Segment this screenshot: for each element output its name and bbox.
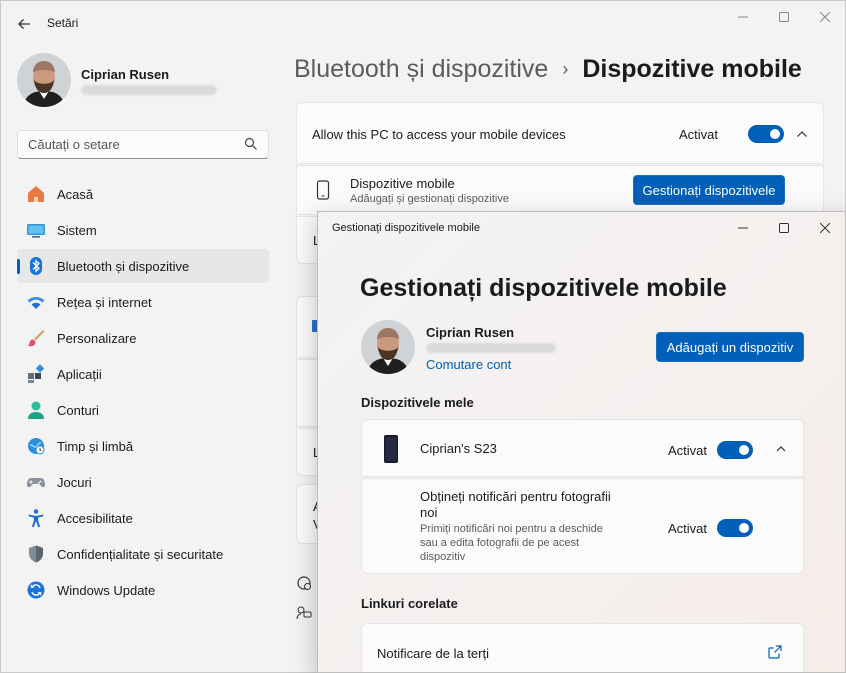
title-bar: Setări — [1, 1, 845, 45]
minimize-icon — [738, 227, 748, 229]
maximize-icon — [779, 223, 789, 233]
close-icon — [819, 11, 831, 23]
chevron-up-icon[interactable] — [794, 126, 810, 142]
close-icon — [819, 222, 831, 234]
shield-icon — [29, 545, 43, 563]
breadcrumb-separator: › — [562, 59, 569, 79]
gamepad-icon — [27, 478, 45, 488]
sidebar-item-home[interactable]: Acasă — [17, 177, 269, 211]
allow-access-card[interactable]: Allow this PC to access your mobile devi… — [296, 102, 824, 164]
photo-notifications-toggle[interactable] — [717, 519, 753, 537]
search-box[interactable] — [17, 130, 269, 159]
related-links-title: Linkuri corelate — [361, 596, 458, 611]
switch-account-link[interactable]: Comutare cont — [426, 357, 511, 372]
device-toggle[interactable] — [717, 441, 753, 459]
dialog-maximize-button[interactable] — [770, 218, 798, 238]
sidebar-item-accessibility[interactable]: Accesibilitate — [17, 501, 269, 535]
mobile-devices-title: Dispozitive mobile — [350, 176, 455, 191]
dialog-title: Gestionați dispozitivele mobile — [332, 222, 480, 234]
sidebar-item-label: Confidențialitate și securitate — [57, 546, 224, 562]
search-icon[interactable] — [244, 137, 258, 151]
breadcrumb: Bluetooth și dispozitive › Dispozitive m… — [294, 55, 802, 84]
third-party-link-row[interactable]: Notificare de la terți — [361, 623, 804, 672]
sidebar-nav: Acasă Sistem Bluetooth și dispozitive Re… — [17, 177, 269, 609]
close-button[interactable] — [811, 7, 839, 27]
sidebar-item-gaming[interactable]: Jocuri — [17, 465, 269, 499]
sidebar-item-personalization[interactable]: Personalizare — [17, 321, 269, 355]
sidebar-item-label: Acasă — [57, 186, 94, 202]
photo-notifications-row: Obțineți notificări pentru fotografii no… — [361, 478, 804, 574]
app-title: Setări — [47, 16, 79, 30]
profile-email — [81, 85, 217, 95]
avatar — [361, 320, 415, 374]
breadcrumb-parent[interactable]: Bluetooth și dispozitive — [294, 55, 548, 84]
sidebar-item-label: Sistem — [57, 222, 97, 238]
apps-icon — [28, 364, 45, 383]
feedback-icon[interactable] — [296, 605, 312, 621]
sidebar-item-time-language[interactable]: Timp și limbă — [17, 429, 269, 463]
sidebar-item-label: Timp și limbă — [57, 438, 134, 454]
device-name: Ciprian's S23 — [420, 441, 497, 456]
arrow-left-icon — [18, 19, 30, 29]
system-icon — [27, 224, 45, 238]
home-icon — [28, 186, 44, 202]
sidebar-item-windows-update[interactable]: Windows Update — [17, 573, 269, 607]
account-email — [426, 343, 556, 353]
mobile-devices-row: Dispozitive mobile Adăugați și gestionaț… — [296, 165, 824, 215]
sidebar-item-label: Personalizare — [57, 330, 137, 346]
sidebar-item-label: Bluetooth și dispozitive — [57, 258, 190, 274]
photo-notifications-state: Activat — [668, 521, 708, 536]
dialog-heading: Gestionați dispozitivele mobile — [360, 274, 727, 302]
sidebar-item-system[interactable]: Sistem — [17, 213, 269, 247]
globe-clock-icon — [28, 438, 45, 455]
update-icon — [27, 581, 45, 599]
phone-icon — [316, 180, 330, 200]
back-button[interactable] — [13, 13, 35, 35]
dialog-minimize-button[interactable] — [729, 218, 757, 238]
device-row[interactable]: Ciprian's S23 Activat — [361, 419, 804, 477]
sidebar-item-label: Conturi — [57, 402, 99, 418]
accessibility-icon — [28, 509, 44, 528]
sidebar-item-label: Rețea și internet — [57, 294, 152, 310]
allow-access-state: Activat — [679, 127, 719, 142]
sidebar-item-label: Jocuri — [57, 474, 92, 490]
search-input[interactable] — [28, 137, 238, 152]
maximize-button[interactable] — [770, 7, 798, 27]
person-icon — [28, 401, 44, 419]
photo-notifications-description: Primiți notificări noi pentru a deschide… — [420, 523, 603, 563]
avatar[interactable] — [17, 53, 71, 107]
sidebar-item-privacy[interactable]: Confidențialitate și securitate — [17, 537, 269, 571]
third-party-link[interactable]: Notificare de la terți — [377, 646, 489, 661]
external-link-icon[interactable] — [767, 644, 783, 660]
chevron-up-icon[interactable] — [773, 441, 789, 457]
my-devices-title: Dispozitivele mele — [361, 395, 474, 410]
bluetooth-icon — [30, 257, 42, 275]
sidebar-item-label: Windows Update — [57, 582, 156, 598]
manage-devices-dialog: Gestionați dispozitivele mobile Gestiona… — [317, 211, 846, 673]
phone-icon — [384, 435, 398, 463]
help-icon[interactable] — [296, 575, 312, 591]
sidebar-item-bluetooth[interactable]: Bluetooth și dispozitive — [17, 249, 269, 283]
sidebar-item-label: Accesibilitate — [57, 510, 133, 526]
page-title: Dispozitive mobile — [582, 55, 802, 83]
sidebar-item-label: Aplicații — [57, 366, 102, 382]
minimize-button[interactable] — [729, 7, 757, 27]
sidebar-item-apps[interactable]: Aplicații — [17, 357, 269, 391]
allow-access-toggle[interactable] — [748, 125, 784, 143]
account-name: Ciprian Rusen — [426, 325, 515, 340]
wifi-icon — [27, 296, 45, 309]
device-state: Activat — [668, 443, 708, 458]
sidebar-item-accounts[interactable]: Conturi — [17, 393, 269, 427]
sidebar-item-network[interactable]: Rețea și internet — [17, 285, 269, 319]
profile-name: Ciprian Rusen — [81, 67, 170, 82]
add-device-button[interactable]: Adăugați un dispozitiv — [656, 332, 804, 362]
dialog-close-button[interactable] — [811, 218, 839, 238]
maximize-icon — [779, 12, 789, 22]
brush-icon — [27, 330, 45, 347]
allow-access-label: Allow this PC to access your mobile devi… — [312, 127, 566, 142]
mobile-devices-subtitle: Adăugați și gestionați dispozitive — [350, 193, 509, 205]
minimize-icon — [738, 16, 748, 18]
photo-notifications-title: Obțineți notificări pentru fotografii no… — [420, 489, 611, 520]
manage-devices-button[interactable]: Gestionați dispozitivele — [633, 175, 785, 205]
